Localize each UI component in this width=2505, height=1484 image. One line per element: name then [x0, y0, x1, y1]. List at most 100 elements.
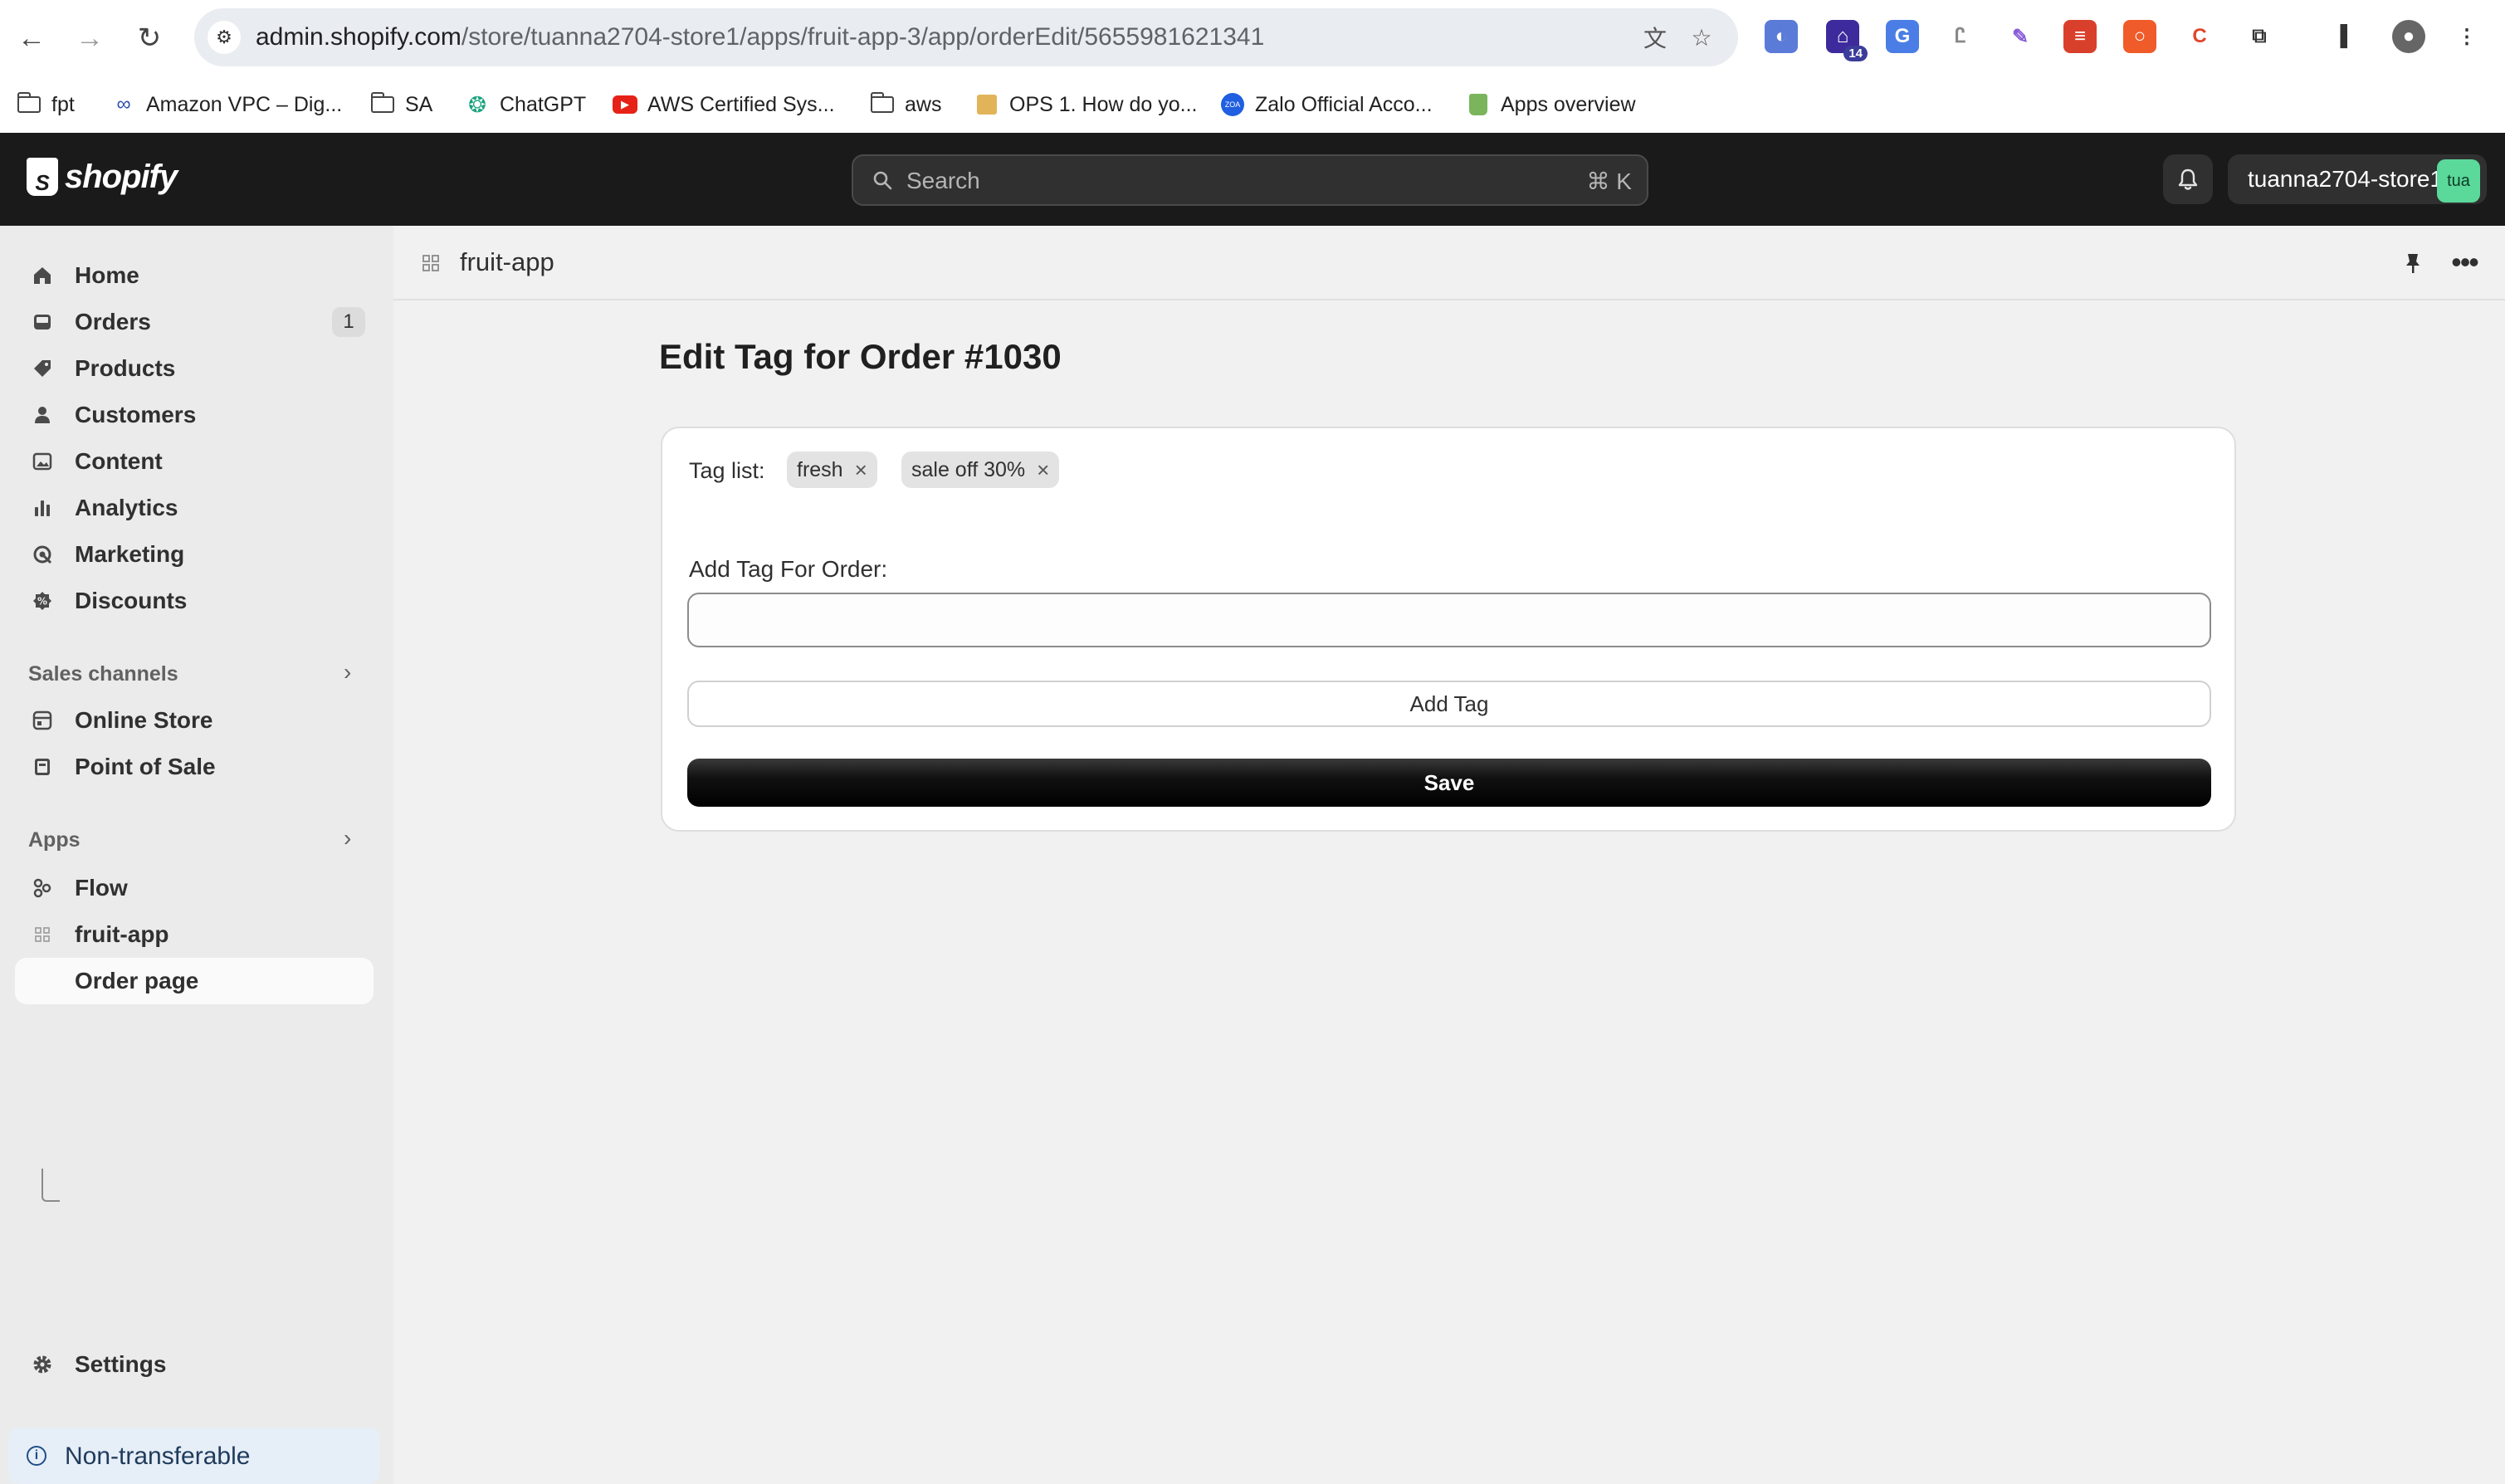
bell-icon [2178, 168, 2198, 190]
pin-icon[interactable] [2400, 251, 2425, 276]
shopify-bag-icon: S [27, 158, 58, 196]
add-tag-input[interactable] [687, 593, 2211, 647]
sidebar-item-online-store[interactable]: Online Store [15, 697, 374, 744]
translate-icon[interactable]: 文 [1640, 22, 1670, 52]
bookmark-ops[interactable]: OPS 1. How do yo... [974, 88, 1198, 121]
reload-button[interactable]: ↻ [131, 20, 168, 56]
brand-wordmark: shopify [65, 158, 178, 195]
sidebar-item-flow[interactable]: Flow [15, 865, 374, 911]
add-tag-button[interactable]: Add Tag [687, 681, 2211, 727]
sidebar-item-analytics[interactable]: Analytics [15, 485, 374, 531]
extension-icon[interactable]: Ꮭ [1944, 20, 1977, 53]
tag-chip-label: sale off 30% [911, 457, 1026, 481]
forward-button[interactable]: → [71, 20, 108, 56]
url-path: /store/tuanna2704-store1/apps/fruit-app-… [461, 23, 1265, 51]
chatgpt-icon: ❂ [468, 91, 486, 117]
notifications-button[interactable] [2163, 154, 2213, 204]
non-transferable-banner[interactable]: i Non-transferable [8, 1428, 380, 1484]
pos-icon [30, 754, 55, 779]
subpage-arrow-icon [42, 1169, 60, 1202]
pen-extension-icon[interactable]: ✎ [2004, 20, 2037, 53]
profile-avatar[interactable]: ● [2392, 20, 2425, 53]
bookmark-aws[interactable]: aws [870, 88, 941, 121]
folder-icon [17, 92, 42, 117]
bookmark-aws-certified[interactable]: ▶ AWS Certified Sys... [613, 88, 835, 121]
bookmark-amazon-vpc[interactable]: ∞ Amazon VPC – Dig... [111, 88, 342, 121]
back-button[interactable]: ← [13, 20, 50, 56]
search-input[interactable]: Search ⌘ K [852, 154, 1648, 206]
app-grid-icon [30, 922, 55, 947]
bookmarks-bar: fpt ∞ Amazon VPC – Dig... SA ❂ ChatGPT ▶… [0, 80, 2505, 129]
discount-icon: % [30, 588, 55, 613]
orders-count-badge: 1 [332, 307, 365, 337]
bookmark-apps-overview[interactable]: Apps overview [1466, 88, 1636, 121]
app-title: fruit-app [460, 247, 554, 276]
shopify-logo[interactable]: S shopify [27, 158, 178, 196]
app-title-bar: fruit-app ••• [393, 226, 2505, 300]
app-grid-icon [422, 255, 439, 271]
store-icon [30, 708, 55, 733]
bookmark-zalo[interactable]: ZOA Zalo Official Acco... [1220, 88, 1433, 121]
link-icon: ∞ [116, 93, 131, 115]
bookmark-label: fpt [51, 92, 75, 116]
bookmark-label: Apps overview [1501, 92, 1636, 116]
sidebar-item-label: Home [75, 262, 139, 288]
todoist-extension-icon[interactable]: ≡ [2063, 20, 2097, 53]
store-menu-button[interactable]: tuanna2704-store1 tua [2228, 154, 2487, 204]
bookmark-label: ChatGPT [500, 92, 587, 116]
sidebar-item-products[interactable]: Products [15, 345, 374, 392]
bookmark-label: SA [405, 92, 433, 116]
apps-heading[interactable]: Apps [28, 828, 81, 852]
sidebar-item-label: Point of Sale [75, 754, 216, 779]
address-bar[interactable]: ⚙ admin.shopify.com/store/tuanna2704-sto… [194, 8, 1738, 66]
save-button[interactable]: Save [687, 759, 2211, 807]
chevron-right-icon[interactable]: › [344, 659, 351, 686]
extension-icon[interactable]: ⌂ 14 [1826, 20, 1868, 61]
bookmark-label: AWS Certified Sys... [647, 92, 835, 116]
search-icon [873, 171, 892, 190]
extension-icon[interactable]: ◐ [1765, 20, 1798, 53]
sidebar-item-discounts[interactable]: % Discounts [15, 578, 374, 624]
youtube-icon: ▶ [613, 92, 637, 117]
sidebar-item-label: Orders [75, 309, 151, 334]
sidebar-item-orders[interactable]: Orders 1 [15, 299, 374, 345]
bookmark-chatgpt[interactable]: ❂ ChatGPT [465, 88, 586, 121]
remove-tag-icon[interactable]: × [855, 457, 867, 483]
google-translate-extension-icon[interactable]: G [1886, 20, 1919, 53]
tag-list-label: Tag list: [689, 458, 765, 483]
more-actions-icon[interactable]: ••• [2444, 245, 2485, 279]
search-shortcut: ⌘ K [1586, 168, 1632, 194]
extension-icon[interactable]: ○ [2123, 20, 2156, 53]
sidebar-item-settings[interactable]: Settings [15, 1341, 374, 1388]
sidebar-item-label: Flow [75, 875, 128, 901]
non-transferable-label: Non-transferable [65, 1443, 251, 1470]
sidebar-item-order-page[interactable]: Order page [15, 958, 374, 1004]
side-panel-icon[interactable]: ▌ [2331, 20, 2364, 53]
puzzle-extensions-icon[interactable]: ⧉ [2243, 20, 2276, 53]
url-text: admin.shopify.com/store/tuanna2704-store… [256, 23, 1264, 51]
bookmark-fpt[interactable]: fpt [17, 88, 75, 121]
svg-text:%: % [37, 596, 47, 608]
extension-icon[interactable]: C [2183, 20, 2216, 53]
sidebar-item-point-of-sale[interactable]: Point of Sale [15, 744, 374, 790]
browser-chrome: ← → ↻ ⚙ admin.shopify.com/store/tuanna27… [0, 0, 2505, 133]
sidebar-item-home[interactable]: Home [15, 252, 374, 299]
image-icon [30, 449, 55, 474]
sidebar-item-customers[interactable]: Customers [15, 392, 374, 438]
url-host: admin.shopify.com [256, 23, 461, 51]
sidebar-item-marketing[interactable]: Marketing [15, 531, 374, 578]
site-settings-icon[interactable]: ⚙ [208, 21, 241, 54]
bar-chart-icon [30, 495, 55, 520]
shopify-icon [1466, 92, 1491, 117]
remove-tag-icon[interactable]: × [1037, 457, 1049, 483]
sidebar-item-fruit-app[interactable]: fruit-app [15, 911, 374, 958]
tag-chip: fresh × [787, 452, 877, 488]
sales-channels-heading[interactable]: Sales channels [28, 662, 178, 686]
bookmark-star-icon[interactable]: ☆ [1687, 22, 1716, 52]
chevron-right-icon[interactable]: › [344, 825, 351, 852]
sidebar-item-label: Online Store [75, 707, 213, 733]
sidebar-item-content[interactable]: Content [15, 438, 374, 485]
tag-chip-label: fresh [797, 457, 843, 481]
browser-menu-icon[interactable]: ⋮ [2450, 20, 2483, 53]
bookmark-sa[interactable]: SA [370, 88, 432, 121]
